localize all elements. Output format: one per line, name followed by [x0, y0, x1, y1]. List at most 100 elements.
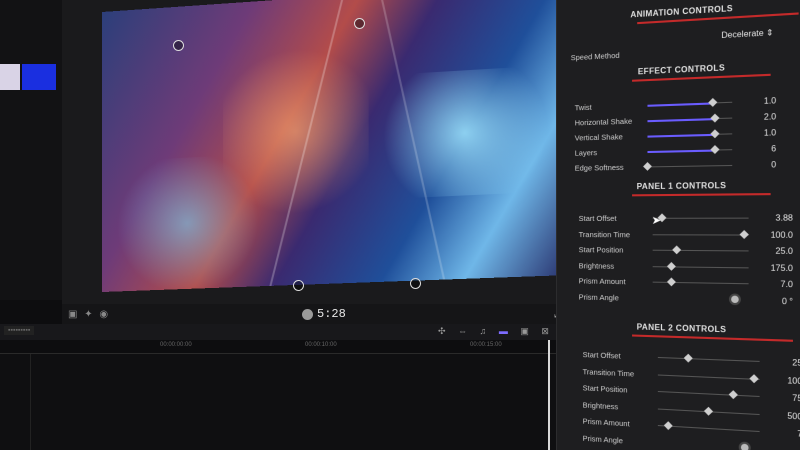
param-value[interactable]: 1.0	[732, 128, 776, 139]
slider-knob[interactable]	[710, 129, 720, 139]
param-slider[interactable]	[652, 277, 749, 287]
param-slider[interactable]	[657, 390, 760, 400]
slider-knob[interactable]	[710, 113, 720, 123]
chevron-updown-icon: ⇕	[766, 27, 774, 38]
slider-fill	[647, 101, 714, 107]
preview-glow	[111, 153, 265, 292]
param-label: Twist	[574, 102, 592, 113]
param-slider[interactable]	[657, 406, 760, 416]
param-value[interactable]: 7.0	[765, 427, 800, 439]
param-label: Prism Amount	[578, 276, 626, 287]
timecode: 5:28	[317, 307, 346, 321]
slider-knob[interactable]	[683, 353, 693, 363]
param-slider[interactable]	[652, 213, 749, 223]
param-value[interactable]: 100.0	[749, 230, 793, 240]
param-value[interactable]: 0 °	[749, 295, 793, 306]
panel2-controls-title: PANEL 2 CONTROLS	[636, 322, 727, 335]
param-label: Prism Amount	[582, 416, 630, 429]
param-label: Edge Softness	[574, 162, 624, 173]
slider-knob[interactable]	[728, 390, 739, 400]
play-icon[interactable]	[302, 308, 313, 320]
transform-handle[interactable]	[173, 40, 184, 51]
slider-knob[interactable]	[739, 229, 749, 239]
timeline-tracks[interactable]	[0, 354, 560, 450]
slider-knob[interactable]	[643, 162, 652, 171]
speed-method-label: Speed Method	[570, 50, 620, 63]
viewer	[62, 0, 564, 312]
clip-thumbnail-light[interactable]	[0, 64, 20, 90]
timecode-display: 5:28	[302, 307, 346, 321]
clip-thumbnail-blue[interactable]	[22, 64, 56, 90]
transform-handle[interactable]	[354, 18, 365, 29]
param-slider[interactable]	[647, 129, 733, 139]
param-label: Horizontal Shake	[574, 116, 633, 128]
angle-dial-icon[interactable]	[738, 440, 751, 450]
timeline-ruler[interactable]: 00:00:00:00 00:00:10:00 00:00:15:00	[0, 340, 560, 354]
timeline-tab[interactable]: ▪▪▪▪▪▪▪▪▪	[4, 326, 35, 335]
speed-method-dropdown[interactable]: Decelerate ⇕	[721, 28, 773, 40]
ruler-tick: 00:00:00:00	[160, 342, 192, 348]
slider-knob[interactable]	[710, 145, 720, 154]
slider-knob[interactable]	[708, 97, 718, 107]
ruler-tick: 00:00:15:00	[470, 342, 502, 348]
param-value[interactable]: 1.0	[732, 96, 776, 107]
ruler-tick: 00:00:10:00	[305, 342, 337, 348]
param-value[interactable]: 0	[732, 160, 776, 170]
param-label: Transition Time	[582, 366, 635, 379]
param-slider[interactable]	[657, 421, 760, 433]
slider-knob[interactable]	[666, 277, 676, 287]
slider-knob[interactable]	[749, 373, 760, 383]
slider-knob[interactable]	[671, 245, 681, 255]
viewer-toolbar: ▣ ✦ ◉ 5:28 ⤢	[62, 304, 570, 326]
param-label: Prism Angle	[582, 433, 623, 445]
param-label: Start Position	[578, 245, 624, 255]
slider-fill	[647, 117, 715, 122]
param-slider[interactable]	[652, 245, 749, 255]
panel1-controls-title: PANEL 1 CONTROLS	[636, 180, 727, 192]
transform-handle[interactable]	[293, 280, 304, 291]
slider-fill	[647, 133, 715, 138]
param-slider[interactable]	[652, 229, 749, 239]
angle-dial-icon[interactable]	[728, 292, 741, 305]
transform-handle[interactable]	[410, 278, 421, 289]
param-value[interactable]: 500.0	[765, 410, 800, 422]
param-value[interactable]: 75.0	[765, 392, 800, 404]
slider-knob[interactable]	[666, 261, 676, 271]
param-label: Brightness	[578, 260, 615, 271]
param-slider[interactable]	[657, 373, 760, 383]
param-value[interactable]: 7.0	[749, 279, 793, 289]
param-label: Start Offset	[582, 350, 621, 361]
param-label: Vertical Shake	[574, 132, 623, 143]
param-value[interactable]: 175.0	[749, 263, 793, 273]
track-divider	[30, 354, 31, 450]
param-label: Brightness	[582, 399, 619, 411]
param-slider[interactable]	[647, 97, 733, 107]
param-label: Prism Angle	[578, 291, 619, 302]
slider-knob[interactable]	[703, 406, 713, 416]
param-slider[interactable]	[652, 261, 749, 271]
timeline-header: ▪▪▪▪▪▪▪▪▪ ✣ ⇔ ♫ ▬ ▣ ⊠	[0, 324, 570, 340]
param-value[interactable]: 25.0	[749, 246, 793, 256]
timeline-tools[interactable]: ✣ ⇔ ♫ ▬ ▣ ⊠	[438, 326, 554, 337]
audio-icon[interactable]: ♫	[480, 326, 492, 336]
param-value[interactable]: 2.0	[732, 112, 776, 123]
param-label: Layers	[574, 148, 598, 158]
param-label: Start Position	[582, 383, 628, 395]
param-slider[interactable]	[647, 145, 733, 154]
slider-knob[interactable]	[663, 421, 673, 430]
viewer-tool-icons[interactable]: ▣ ✦ ◉	[68, 309, 110, 320]
video-preview[interactable]	[102, 0, 564, 292]
slider-fill	[647, 149, 715, 153]
param-value[interactable]: 3.88	[749, 213, 793, 223]
param-value[interactable]: 6	[732, 144, 776, 154]
param-slider[interactable]	[643, 162, 733, 171]
param-slider[interactable]	[657, 353, 760, 363]
speed-method-value: Decelerate	[721, 28, 764, 41]
param-label: Transition Time	[578, 229, 631, 239]
param-value[interactable]: 100.0	[765, 374, 800, 386]
preview-glow	[368, 64, 564, 200]
snapping-icon[interactable]: ▬	[499, 326, 513, 336]
param-slider[interactable]	[647, 113, 733, 123]
playhead[interactable]	[548, 340, 550, 450]
param-value[interactable]: 25.0	[765, 357, 800, 368]
